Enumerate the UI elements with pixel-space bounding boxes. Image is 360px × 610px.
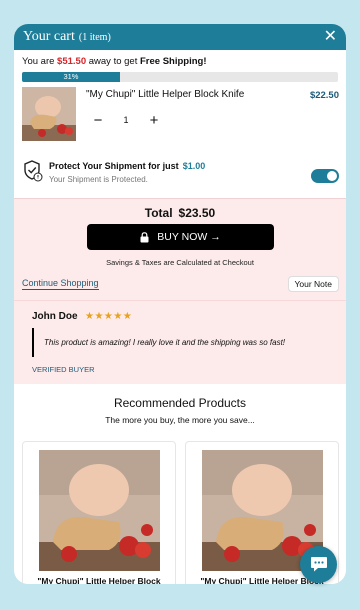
buy-now-label: BUY NOW → [157,231,221,243]
lock-icon [140,231,149,242]
customer-review: John Doe ★★★★★ This product is amazing! … [14,300,346,384]
cart-header: Your cart (1 item) ✕ [14,24,346,50]
continue-shopping-link[interactable]: Continue Shopping [22,278,99,290]
recommended-products: Recommended Products The more you buy, t… [14,384,346,584]
cart-line-item: "My Chupi" Little Helper Block Knife $22… [14,86,346,154]
cart-title: Your cart [23,29,75,44]
recommended-subtitle: The more you buy, the more you save... [105,415,255,425]
recommended-title: Recommended Products [113,396,247,410]
shield-check-icon [24,160,43,182]
quantity-value[interactable]: 1 [123,115,128,125]
product-image[interactable] [39,450,160,571]
product-card[interactable]: "My Chupi" Little Helper Block [22,441,176,584]
star-rating: ★★★★★ [85,311,133,322]
quantity-stepper: − 1 + [86,110,166,130]
buy-now-button[interactable]: BUY NOW → [87,224,274,250]
product-card-name[interactable]: "My Chupi" Little Helper Block [23,576,175,584]
reviewer-name: John Doe [32,311,78,322]
shipment-protection: Protect Your Shipment for just $1.00 Your… [14,158,346,198]
total-label: Total [144,206,173,220]
protection-toggle[interactable] [311,169,339,183]
progress-label: 31% [63,72,79,81]
cart-total: Total $23.50 [14,206,346,220]
shipping-remaining-amount: $51.50 [57,56,87,67]
shipping-progress-bar: 31% [22,72,338,82]
cart-drawer: Your cart (1 item) ✕ You are $51.50 away… [14,24,346,584]
plus-icon[interactable]: + [146,112,162,129]
protection-status: Your Shipment is Protected. [49,175,148,184]
product-thumbnail[interactable] [22,87,76,141]
chat-button[interactable] [300,546,337,583]
close-icon[interactable]: ✕ [324,29,337,45]
total-value: $23.50 [178,206,216,220]
chat-icon [310,557,327,572]
cart-item-name[interactable]: "My Chupi" Little Helper Block Knife [86,89,244,100]
toggle-knob [327,171,337,181]
cart-summary: Total $23.50 BUY NOW → Savings & Taxes ar… [14,198,346,300]
minus-icon[interactable]: − [90,112,106,129]
protection-price: $1.00 [182,161,206,171]
your-note-button[interactable]: Your Note [287,276,339,292]
free-shipping-message: You are $51.50 away to get Free Shipping… [22,56,207,67]
verified-buyer-badge: VERIFIED BUYER [32,365,95,374]
cart-item-price: $22.50 [309,90,339,101]
cart-item-count: (1 item) [78,31,111,43]
review-quote: This product is amazing! I really love i… [32,328,322,357]
protection-title: Protect Your Shipment for just $1.00 [49,161,206,171]
savings-note: Savings & Taxes are Calculated at Checko… [106,258,254,267]
